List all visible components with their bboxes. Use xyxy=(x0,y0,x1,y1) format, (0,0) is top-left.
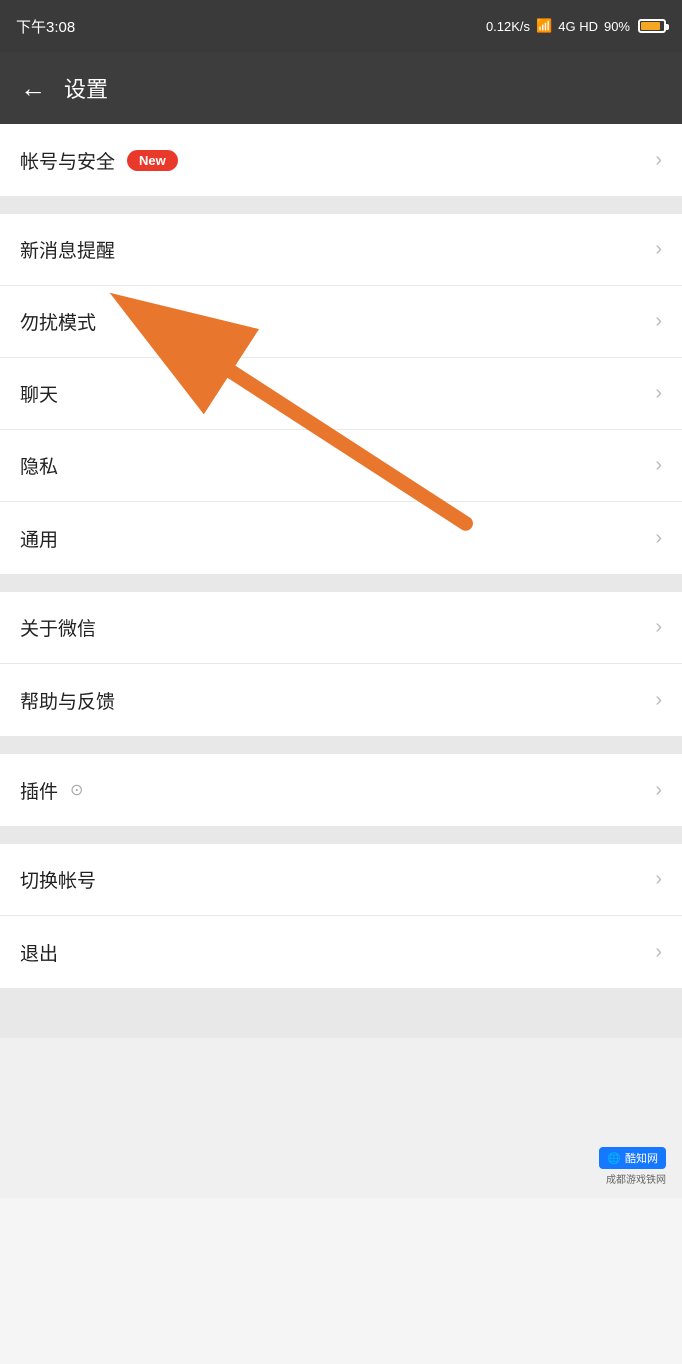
battery-percent: 90% xyxy=(604,19,630,34)
menu-item-account-security[interactable]: 帐号与安全 New › xyxy=(0,124,682,196)
plugins-label: 插件 xyxy=(20,777,58,804)
signal-icon: 📶 xyxy=(536,18,552,34)
about-label: 关于微信 xyxy=(20,614,96,641)
back-button[interactable]: ← xyxy=(20,75,46,101)
menu-item-help[interactable]: 帮助与反馈 › xyxy=(0,664,682,736)
nav-bar: ← 设置 xyxy=(0,52,682,124)
chevron-right-icon: › xyxy=(655,616,662,639)
status-bar: 下午3:08 0.12K/s 📶 4G HD 90% xyxy=(0,0,682,52)
settings-content: 帐号与安全 New › 新消息提醒 › 勿扰模式 › 聊天 › 隐私 › 通用 … xyxy=(0,124,682,1198)
watermark-icon: 🌐 xyxy=(607,1152,621,1165)
network-type: 4G HD xyxy=(558,19,598,34)
divider-2 xyxy=(0,574,682,592)
menu-item-switch-account[interactable]: 切换帐号 › xyxy=(0,844,682,916)
chevron-right-icon: › xyxy=(655,382,662,405)
menu-item-general[interactable]: 通用 › xyxy=(0,502,682,574)
help-label: 帮助与反馈 xyxy=(20,687,115,714)
network-speed: 0.12K/s xyxy=(486,19,530,34)
chevron-right-icon: › xyxy=(655,527,662,550)
dnd-label: 勿扰模式 xyxy=(20,308,96,335)
status-right: 0.12K/s 📶 4G HD 90% xyxy=(486,18,666,34)
privacy-label: 隐私 xyxy=(20,452,58,479)
watermark-area: 🌐 酷知网 成都游戏铁网 xyxy=(0,1038,682,1198)
menu-item-plugins[interactable]: 插件 ⊙ › xyxy=(0,754,682,826)
menu-group-about: 关于微信 › 帮助与反馈 › xyxy=(0,592,682,736)
watermark-bottom-text: 成都游戏铁网 xyxy=(606,1171,666,1186)
divider-3 xyxy=(0,736,682,754)
menu-item-privacy[interactable]: 隐私 › xyxy=(0,430,682,502)
menu-group-main: 新消息提醒 › 勿扰模式 › 聊天 › 隐私 › 通用 › xyxy=(0,214,682,574)
menu-item-logout[interactable]: 退出 › xyxy=(0,916,682,988)
account-security-label: 帐号与安全 xyxy=(20,147,115,174)
divider-4 xyxy=(0,826,682,844)
chevron-right-icon: › xyxy=(655,238,662,261)
menu-item-new-message[interactable]: 新消息提醒 › xyxy=(0,214,682,286)
menu-item-chat[interactable]: 聊天 › xyxy=(0,358,682,430)
chat-label: 聊天 xyxy=(20,380,58,407)
new-message-label: 新消息提醒 xyxy=(20,236,115,263)
switch-account-label: 切换帐号 xyxy=(20,866,96,893)
watermark-top-text: 酷知网 xyxy=(625,1150,658,1166)
chevron-right-icon: › xyxy=(655,310,662,333)
menu-item-dnd[interactable]: 勿扰模式 › xyxy=(0,286,682,358)
general-label: 通用 xyxy=(20,525,58,552)
divider-5 xyxy=(0,988,682,1038)
chevron-right-icon: › xyxy=(655,868,662,891)
status-time: 下午3:08 xyxy=(16,16,75,37)
logout-label: 退出 xyxy=(20,939,58,966)
chevron-right-icon: › xyxy=(655,454,662,477)
menu-group-plugins: 插件 ⊙ › xyxy=(0,754,682,826)
menu-group-account: 帐号与安全 New › xyxy=(0,124,682,196)
chevron-right-icon: › xyxy=(655,149,662,172)
watermark-badge: 🌐 酷知网 成都游戏铁网 xyxy=(599,1147,666,1186)
divider-1 xyxy=(0,196,682,214)
page-title: 设置 xyxy=(64,72,108,104)
new-badge: New xyxy=(127,150,178,171)
plugin-settings-icon: ⊙ xyxy=(70,780,83,800)
chevron-right-icon: › xyxy=(655,941,662,964)
chevron-right-icon: › xyxy=(655,779,662,802)
chevron-right-icon: › xyxy=(655,689,662,712)
menu-item-about[interactable]: 关于微信 › xyxy=(0,592,682,664)
battery-icon xyxy=(638,19,666,33)
menu-group-account-actions: 切换帐号 › 退出 › xyxy=(0,844,682,988)
